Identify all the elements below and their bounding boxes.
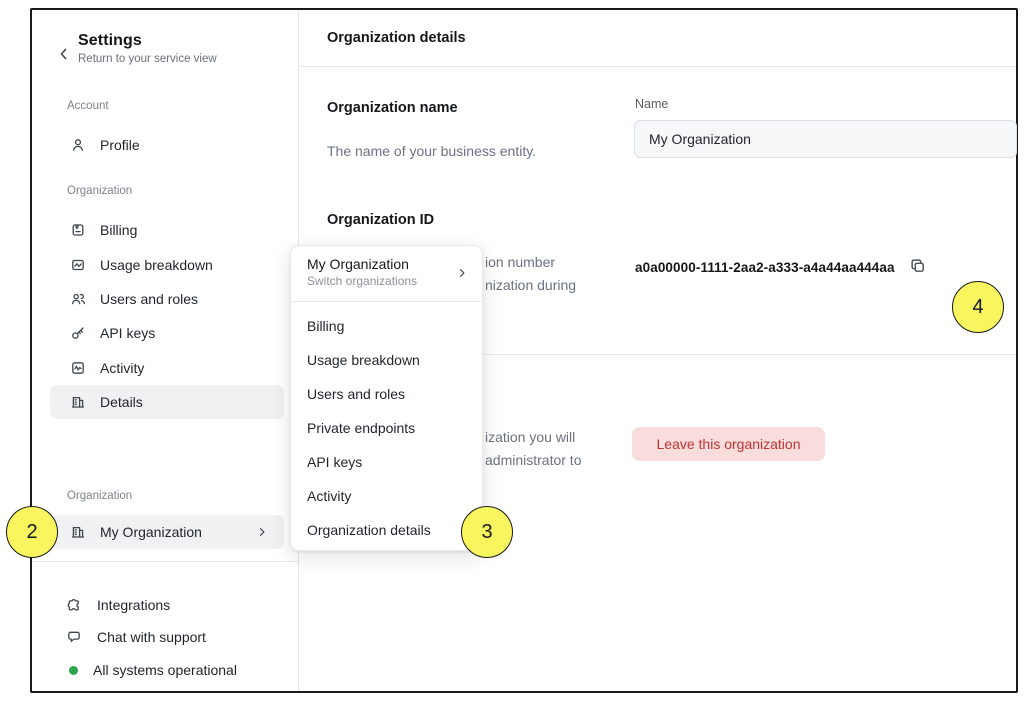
usage-chart-icon (70, 257, 86, 273)
chevron-right-icon (456, 267, 468, 279)
sidebar-item-billing[interactable]: Billing (50, 213, 284, 247)
organization-switcher-dropdown: My Organization Switch organizations Bil… (290, 245, 483, 551)
settings-subtitle[interactable]: Return to your service view (78, 53, 217, 65)
sidebar-item-label: Chat with support (97, 629, 206, 645)
sidebar-item-details[interactable]: Details (50, 385, 284, 419)
menu-item-billing[interactable]: Billing (291, 309, 482, 343)
callout-badge-2: 2 (6, 506, 58, 558)
menu-item-users-and-roles[interactable]: Users and roles (291, 377, 482, 411)
org-id-row: a0a00000-1111-2aa2-a333-a4a44aa444aa (635, 257, 929, 277)
callout-badge-4: 4 (952, 281, 1004, 333)
sidebar-item-api-keys[interactable]: API keys (50, 316, 284, 350)
copy-icon[interactable] (909, 257, 929, 277)
chevron-right-icon (256, 526, 268, 538)
organization-section-label: Organization (67, 185, 132, 197)
sidebar-item-profile[interactable]: Profile (50, 128, 284, 162)
org-id-description-fragment-1: ion number (485, 254, 555, 270)
main-header: Organization details (299, 10, 1016, 67)
menu-item-api-keys[interactable]: API keys (291, 445, 482, 479)
leave-organization-button[interactable]: Leave this organization (632, 427, 825, 461)
sidebar-item-users-and-roles[interactable]: Users and roles (50, 282, 284, 316)
sidebar-item-usage-breakdown[interactable]: Usage breakdown (50, 248, 284, 282)
sidebar-header: Settings Return to your service view (54, 32, 217, 65)
menu-item-organization-details[interactable]: Organization details (291, 513, 482, 547)
settings-title: Settings (78, 32, 217, 50)
back-chevron-icon[interactable] (56, 46, 72, 62)
organization-id-value: a0a00000-1111-2aa2-a333-a4a44aa444aa (635, 260, 895, 275)
leave-description-fragment-2: administrator to (485, 452, 581, 468)
account-section-label: Account (67, 100, 109, 112)
organization-switcher-label: Organization (67, 490, 132, 502)
org-name-section-title: Organization name (327, 100, 458, 116)
sidebar-item-label: My Organization (100, 524, 202, 540)
sidebar-item-integrations[interactable]: Integrations (46, 588, 280, 622)
sidebar-item-label: Usage breakdown (100, 257, 213, 273)
sidebar-item-label: Profile (100, 137, 140, 153)
menu-item-private-endpoints[interactable]: Private endpoints (291, 411, 482, 445)
billing-icon (70, 222, 86, 238)
sidebar-item-label: API keys (100, 325, 155, 341)
sidebar-item-activity[interactable]: Activity (50, 351, 284, 385)
key-icon (70, 325, 86, 341)
sidebar-divider (32, 561, 299, 562)
sidebar-item-chat-with-support[interactable]: Chat with support (46, 620, 280, 654)
page-title: Organization details (327, 30, 466, 46)
sidebar-item-label: All systems operational (93, 662, 237, 678)
name-field-label: Name (635, 97, 668, 111)
status-dot (69, 666, 78, 675)
puzzle-icon (66, 597, 82, 613)
callout-badge-3: 3 (461, 506, 513, 558)
dropdown-org-name: My Organization (307, 256, 466, 272)
activity-icon (70, 360, 86, 376)
dropdown-org-subtitle: Switch organizations (307, 274, 466, 288)
sidebar-item-label: Billing (100, 222, 137, 238)
chat-bubble-icon (66, 629, 82, 645)
leave-description-fragment-1: ization you will (485, 429, 575, 445)
building-icon (70, 524, 86, 540)
app-window: Settings Return to your service view Acc… (30, 8, 1018, 693)
org-id-section-title: Organization ID (327, 212, 434, 228)
screenshot-stage: Settings Return to your service view Acc… (0, 0, 1024, 703)
users-icon (70, 291, 86, 307)
sidebar-item-label: Users and roles (100, 291, 198, 307)
dropdown-menu-list: Billing Usage breakdown Users and roles … (291, 302, 482, 551)
sidebar-item-my-organization[interactable]: My Organization (50, 515, 284, 549)
menu-item-usage-breakdown[interactable]: Usage breakdown (291, 343, 482, 377)
sidebar-item-label: Integrations (97, 597, 170, 613)
person-icon (70, 137, 86, 153)
menu-item-activity[interactable]: Activity (291, 479, 482, 513)
organization-name-input[interactable] (634, 120, 1017, 158)
building-icon (70, 394, 86, 410)
sidebar-item-label: Activity (100, 360, 144, 376)
sidebar-item-system-status[interactable]: All systems operational (46, 653, 280, 687)
sidebar-item-label: Details (100, 394, 143, 410)
dropdown-org-header[interactable]: My Organization Switch organizations (291, 246, 482, 301)
org-id-description-fragment-2: nization during (485, 277, 576, 293)
org-name-section-description: The name of your business entity. (327, 140, 536, 162)
settings-sidebar: Settings Return to your service view Acc… (32, 10, 299, 691)
